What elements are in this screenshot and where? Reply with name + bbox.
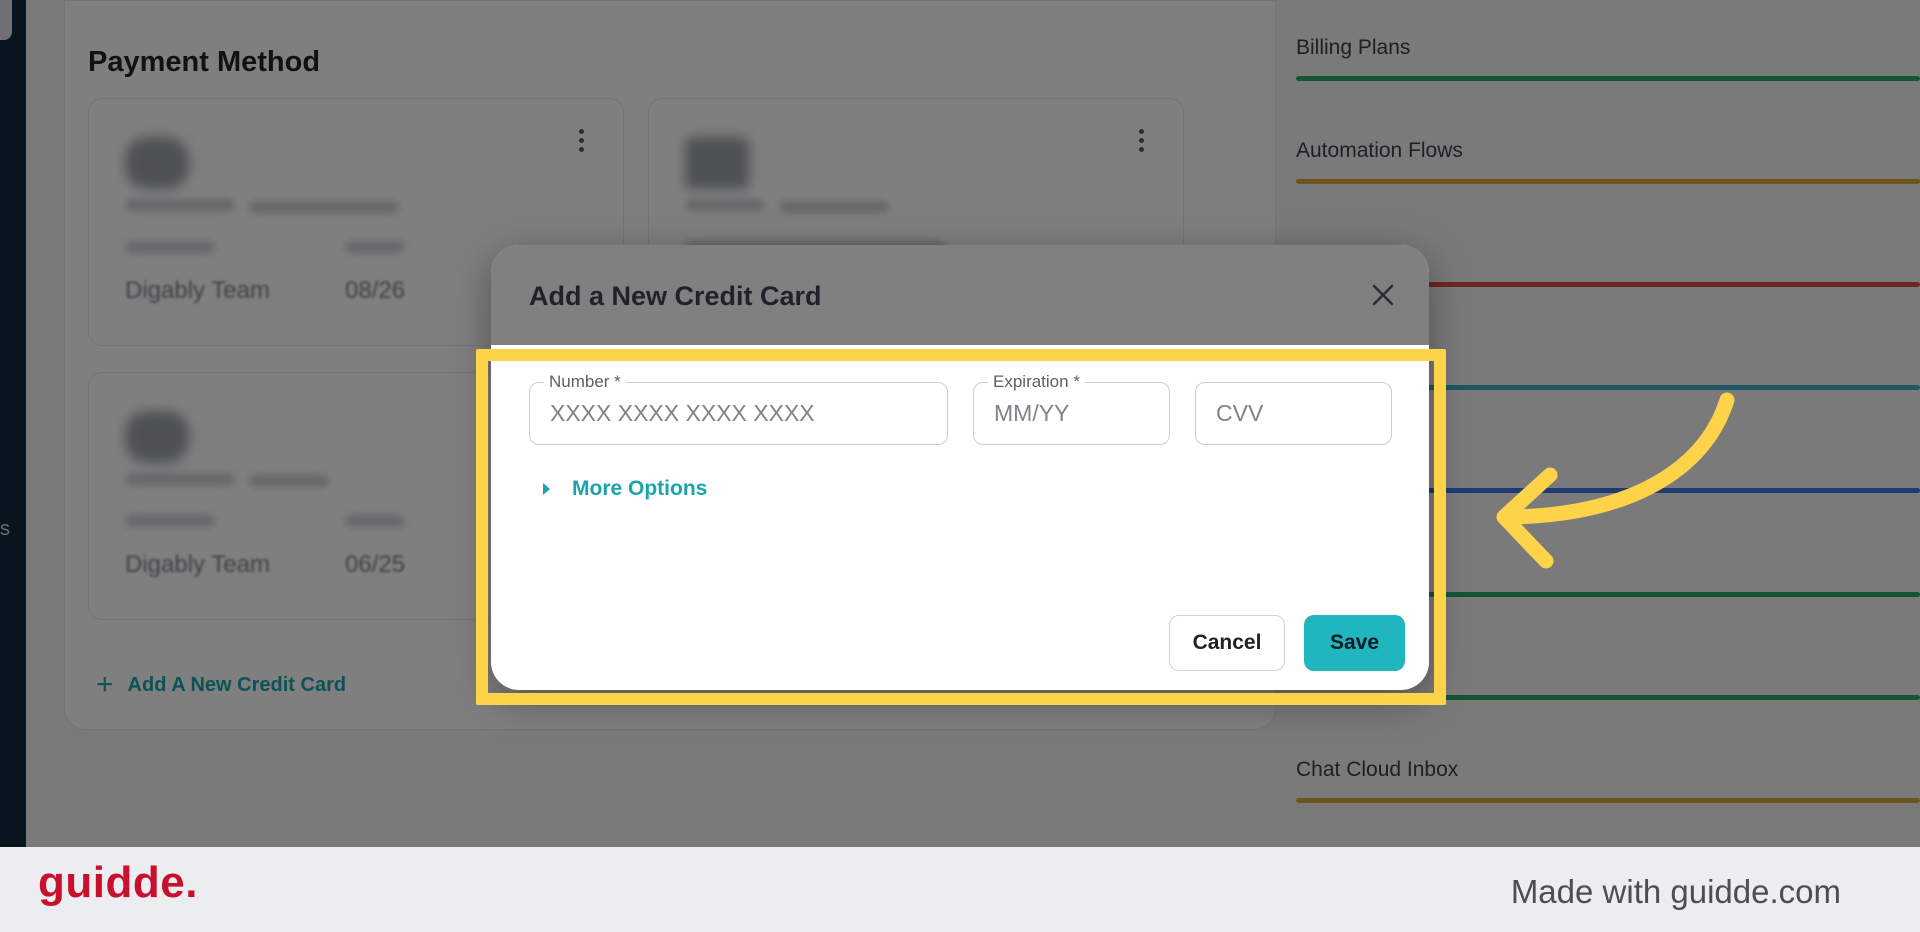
expiration-input[interactable] (994, 383, 1159, 444)
caret-right-icon (543, 483, 550, 495)
more-options-toggle[interactable]: More Options (543, 477, 707, 501)
close-icon (1372, 284, 1394, 306)
add-credit-card-dialog: Add a New Credit Card Number * Expiratio… (491, 245, 1429, 690)
cancel-button[interactable]: Cancel (1169, 615, 1285, 671)
dialog-title: Add a New Credit Card (529, 281, 822, 311)
more-options-label: More Options (572, 477, 708, 500)
card-number-field[interactable]: Number * (529, 372, 948, 445)
close-button[interactable] (1367, 279, 1399, 311)
cvv-field[interactable] (1195, 382, 1392, 445)
save-button[interactable]: Save (1304, 615, 1405, 671)
card-number-input[interactable] (550, 383, 937, 444)
cvv-input[interactable] (1216, 383, 1381, 444)
guidde-logo: guidde. (38, 858, 198, 907)
expiration-field[interactable]: Expiration * (973, 372, 1170, 445)
made-with-text: Made with guidde.com (1510, 873, 1841, 910)
